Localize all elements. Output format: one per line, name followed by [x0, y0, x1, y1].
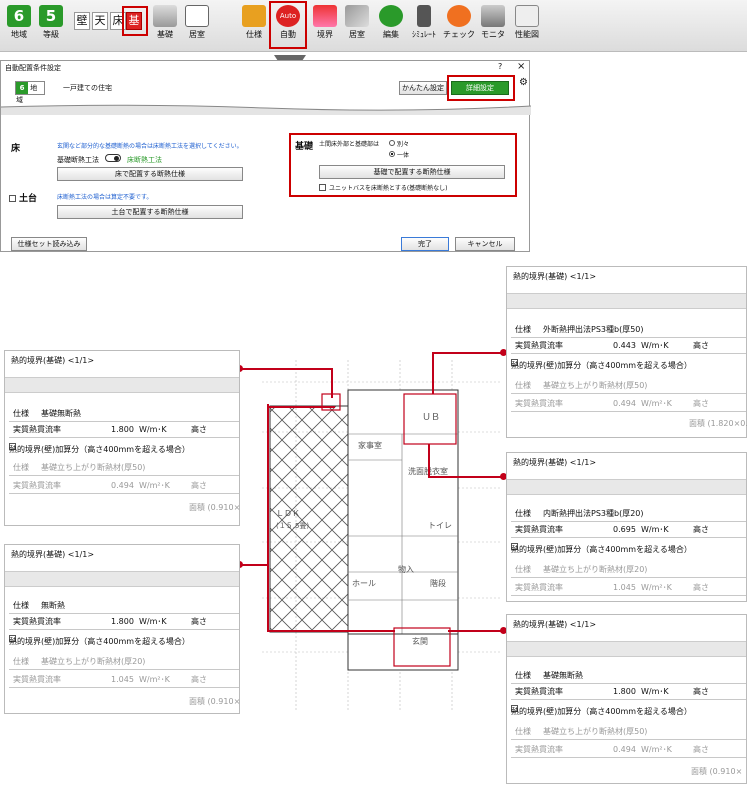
shiyou-button[interactable]: 仕様: [240, 3, 268, 49]
spec-icon: [242, 5, 266, 27]
torn-edge: [1, 104, 531, 115]
chiiki-button[interactable]: 6 地域: [4, 3, 34, 49]
panel-kiso-3: 熱的境界(基礎) <1/1> 仕様 外断熱押出法PS3種b(厚50) 実質熱貫流率…: [506, 266, 747, 438]
plan-mono: 物入: [398, 564, 414, 574]
plan-hall: ホール: [352, 579, 376, 588]
toukyuu-button[interactable]: 5 等級: [36, 3, 66, 49]
seinou-button[interactable]: 性能図: [510, 3, 544, 49]
plan-ub: ＵＢ: [422, 413, 440, 423]
edit-icon: [379, 5, 403, 27]
p5-wall-checkbox[interactable]: 熱的境界(壁)加算分（高さ400mmを超える場合）: [511, 705, 746, 720]
simulate-button[interactable]: ｼﾐｭﾚｰﾄ: [408, 3, 440, 49]
cancel-button[interactable]: キャンセル: [455, 237, 515, 251]
auto-button[interactable]: Auto 自動: [272, 3, 304, 49]
dodai-checkbox[interactable]: 土台: [9, 191, 37, 204]
dialog-title: 自動配置条件設定: [5, 64, 61, 72]
panel-kiso-4: 熱的境界(基礎) <1/1> 仕様 内断熱押出法PS3種b(厚20) 実質熱貫流率…: [506, 452, 747, 602]
monitor-button[interactable]: モニタ: [478, 3, 508, 49]
p2-spec: 無断熱: [41, 601, 65, 610]
check-button[interactable]: チェック: [442, 3, 476, 49]
plan-kajishitsu: 家事室: [358, 440, 382, 450]
p4-wall-checkbox[interactable]: 熱的境界(壁)加算分（高さ400mmを超える場合）: [511, 543, 746, 558]
plan-toilet: トイレ: [428, 521, 452, 530]
auto-icon: Auto: [276, 5, 300, 27]
plan-ldk: ＬＤＫ: [276, 509, 300, 518]
ceiling-tab[interactable]: 天: [92, 12, 108, 30]
panel-kiso-5: 熱的境界(基礎) <1/1> 仕様 基礎無断熱 実質熱貫流率 1.800 W/m･K 高…: [506, 614, 747, 784]
p2-wall-checkbox[interactable]: 熱的境界(壁)加算分（高さ400mmを超える場合）: [9, 635, 239, 650]
p5-spec: 基礎無断熱: [543, 671, 583, 680]
kyoshitsu-button[interactable]: 居室: [182, 3, 212, 49]
method-label: 基礎断熱工法: [57, 156, 99, 164]
region-number-icon: 6: [7, 5, 31, 27]
foundation-icon: [153, 5, 177, 27]
simulate-icon: [417, 5, 431, 27]
close-button[interactable]: ×: [517, 61, 525, 72]
radio-separate[interactable]: 別々: [389, 139, 409, 148]
panel-kiso-1: 熱的境界(基礎) <1/1> 仕様 基礎無断熱 実質熱貫流率 1.800 W/m･K 高…: [4, 350, 240, 526]
easy-settings-button[interactable]: かんたん設定: [399, 81, 447, 95]
foundation-tab[interactable]: 基: [126, 12, 142, 30]
toolbar: 6 地域 5 等級 壁 天 床 基 基礎 居室 仕様 Auto 自動 境界 居室…: [0, 0, 747, 52]
p3-spec: 外断熱押出法PS3種b(厚50): [543, 325, 644, 334]
gear-icon[interactable]: ⚙: [519, 77, 528, 88]
plan-genkan: 玄関: [412, 636, 428, 646]
method-value: 床断熱工法: [127, 156, 162, 164]
check-icon: [447, 5, 471, 27]
kiso-label: 基礎: [295, 142, 314, 152]
floor-tab[interactable]: 床: [110, 12, 126, 30]
plan-ten: (１５.5畳): [276, 522, 309, 530]
help-button[interactable]: ?: [498, 62, 502, 71]
kiso-spec-button[interactable]: 基礎で配置する断熱仕様: [319, 165, 505, 179]
monitor-icon: [481, 5, 505, 27]
unitbath-checkbox[interactable]: ユニットバスを床断熱とする(基礎断熱なし): [319, 183, 448, 192]
panel-kiso-2: 熱的境界(基礎) <1/1> 仕様 無断熱 実質熱貫流率 1.800 W/m･K 高さ …: [4, 544, 240, 714]
method-toggle[interactable]: [105, 154, 121, 162]
auto-placement-dialog: 自動配置条件設定 ? × 6 地域 一戸建ての住宅 かんたん設定 詳細設定 ⚙ …: [0, 60, 531, 252]
p3-wall-checkbox[interactable]: 熱的境界(壁)加算分（高さ400mmを超える場合）: [511, 359, 746, 374]
performance-icon: [515, 5, 539, 27]
grade-number-icon: 5: [39, 5, 63, 27]
p1-spec: 基礎無断熱: [41, 409, 81, 418]
dodai-note: 床断熱工法の場合は算定不要です。: [57, 194, 153, 201]
kyoshitsu2-button[interactable]: 居室: [342, 3, 372, 49]
boundary-icon: [313, 5, 337, 27]
kiso-question: 土間床外部と基礎部は: [319, 141, 380, 148]
floor-label: 床: [11, 144, 21, 154]
room-icon: [185, 5, 209, 27]
floor-note: 玄関など部分的な基礎断熱の場合は床断熱工法を選択してください。: [57, 143, 243, 150]
p1-wall-checkbox[interactable]: 熱的境界(壁)加算分（高さ400mmを超える場合）: [9, 443, 239, 458]
kiso-button[interactable]: 基礎: [150, 3, 180, 49]
house-type: 一戸建ての住宅: [63, 84, 112, 92]
p4-spec: 内断熱押出法PS3種b(厚20): [543, 509, 644, 518]
henshuu-button[interactable]: 編集: [376, 3, 406, 49]
dodai-spec-button[interactable]: 土台で配置する断熱仕様: [57, 205, 243, 219]
floor-plan: ＵＢ 家事室 洗面脱衣室 ＬＤＫ (１５.5畳) トイレ 物入 ホール 階段 玄…: [262, 360, 502, 710]
detail-settings-button[interactable]: 詳細設定: [451, 81, 509, 95]
radio-same[interactable]: 一体: [389, 150, 409, 159]
region-indicator: 6 地域: [15, 81, 45, 104]
wall-tab[interactable]: 壁: [74, 12, 90, 30]
kyoukai-button[interactable]: 境界: [310, 3, 340, 49]
plan-kaidan: 階段: [430, 578, 446, 588]
ok-button[interactable]: 完了: [401, 237, 449, 251]
floor-spec-button[interactable]: 床で配置する断熱仕様: [57, 167, 243, 181]
room2-icon: [345, 5, 369, 27]
load-spec-set-button[interactable]: 仕様セット読み込み: [11, 237, 87, 251]
